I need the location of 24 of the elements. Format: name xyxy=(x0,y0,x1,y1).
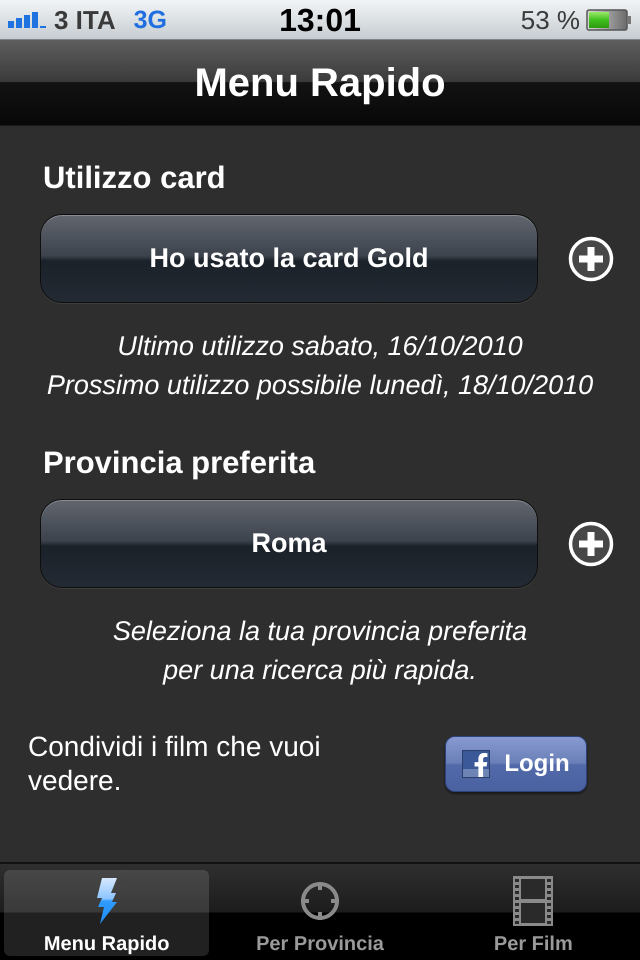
battery-icon xyxy=(586,8,632,30)
info-text: Seleziona la tua provincia preferita per una ricerca più rapida. xyxy=(112,615,528,687)
film-strip-icon xyxy=(513,876,554,926)
facebook-logo-icon xyxy=(462,750,490,778)
option-button[interactable]: Ho usato la card Gold xyxy=(40,214,538,303)
share-text: Condividi i film che vuoi vedere. xyxy=(28,730,322,798)
tab-item[interactable]: Per Provincia xyxy=(217,870,423,956)
tab-item[interactable]: Per Film xyxy=(430,870,636,956)
lightning-bolt-icon xyxy=(94,878,119,924)
section-heading: Provincia preferita xyxy=(42,445,316,481)
carrier-name: 3 ITA xyxy=(54,4,116,34)
info-text: Ultimo utilizzo sabato, 16/10/2010 xyxy=(117,330,523,363)
navigation-title: Menu Rapido xyxy=(194,60,446,106)
clock-time: 13:01 xyxy=(279,2,361,36)
facebook-login-button[interactable]: Login xyxy=(445,736,587,792)
battery-percent: 53 % xyxy=(520,4,580,34)
plus-circle-icon[interactable] xyxy=(568,236,614,282)
info-text: Prossimo utilizzo possibile lunedì, 18/10/2010 xyxy=(46,369,594,402)
tab-item[interactable]: Menu Rapido xyxy=(4,870,210,956)
crosshair-icon xyxy=(300,881,340,921)
network-type: 3G xyxy=(134,4,167,34)
section-heading: Utilizzo card xyxy=(42,160,227,196)
plus-circle-icon[interactable] xyxy=(568,520,614,566)
option-button[interactable]: Roma xyxy=(40,499,538,588)
